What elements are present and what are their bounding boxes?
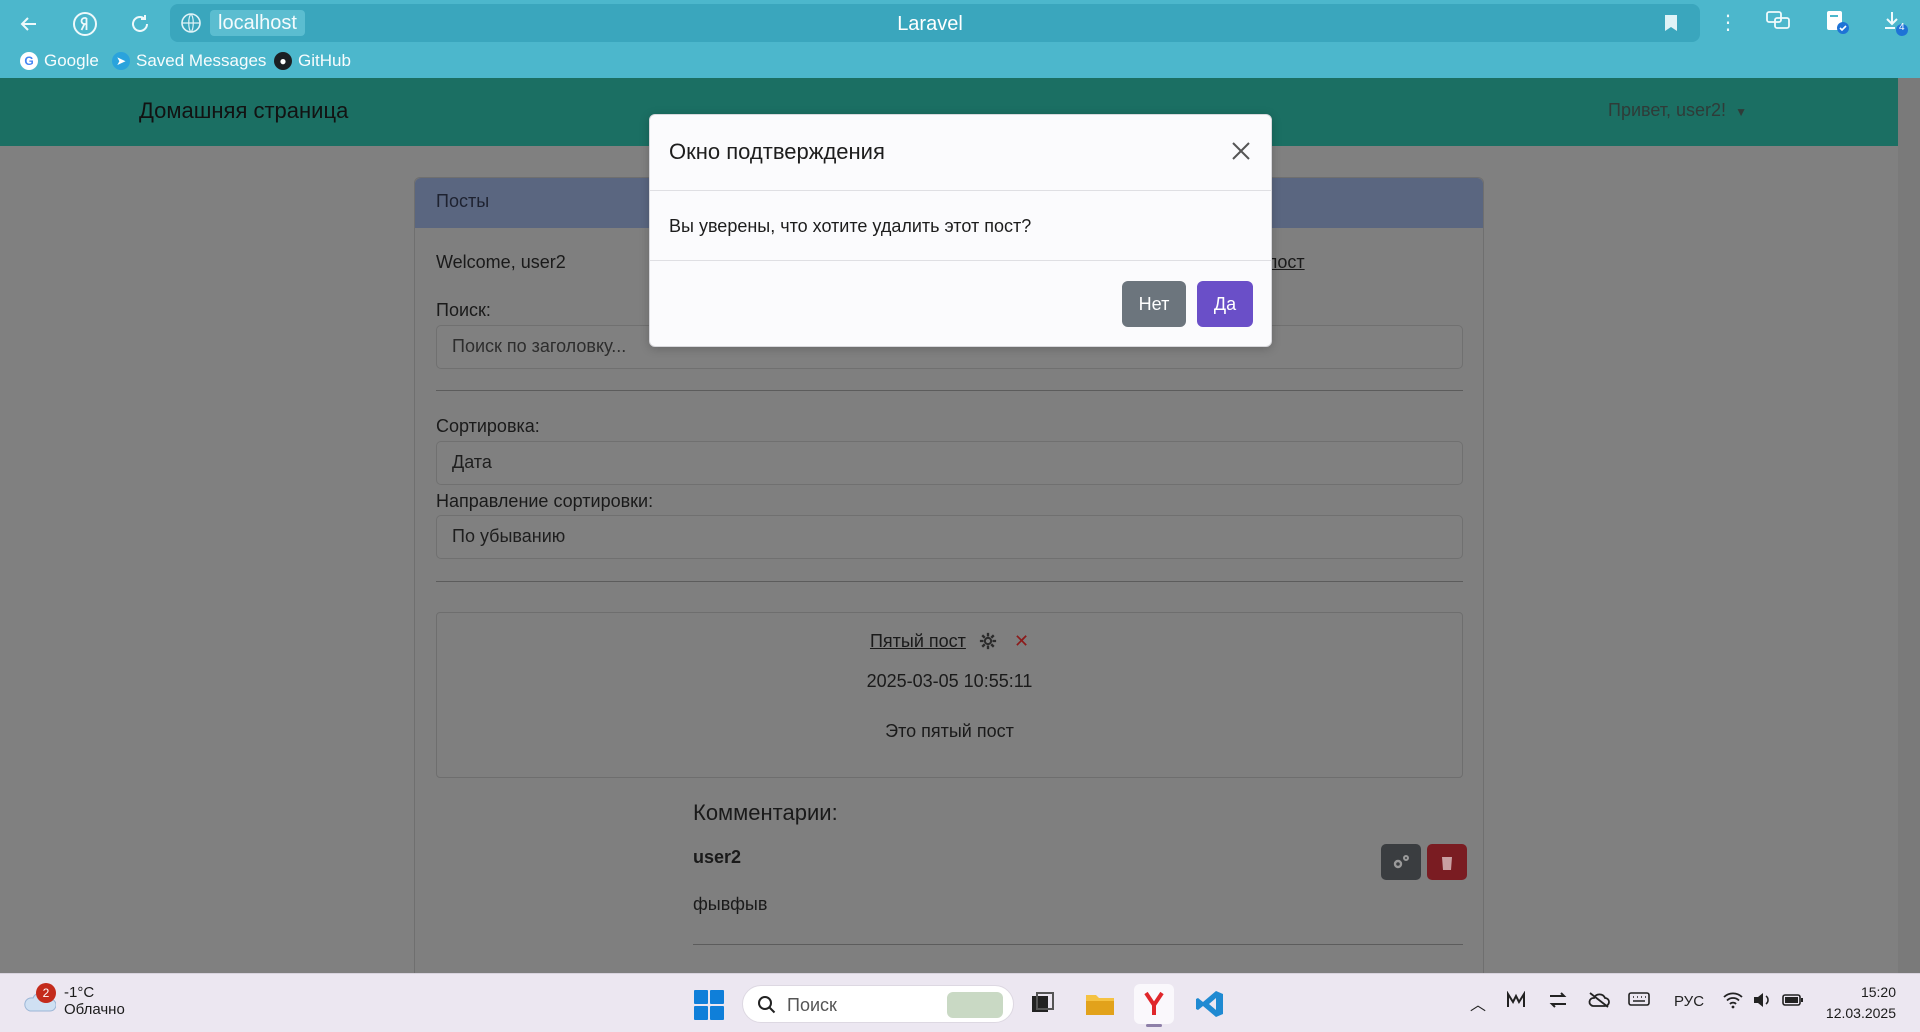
weather-temp: -1°C	[64, 984, 95, 1001]
address-bar[interactable]: localhost Laravel	[170, 4, 1700, 42]
yandex-browser-icon[interactable]	[1134, 984, 1174, 1027]
modal-message: Вы уверены, что хотите удалить этот пост…	[669, 216, 1032, 236]
tab-title: Laravel	[897, 13, 963, 35]
delete-x-icon[interactable]: ✕	[1014, 631, 1029, 652]
divider	[436, 390, 1463, 391]
post-date: 2025-03-05 10:55:11	[866, 671, 1033, 691]
browser-toolbar: localhost Laravel ⋮ 4 G Google ➤ Saved M…	[0, 0, 1920, 78]
file-explorer-icon[interactable]	[1080, 984, 1120, 1024]
direction-select[interactable]: По убыванию	[436, 515, 1463, 559]
post-title-link[interactable]: Пятый пост	[870, 631, 966, 651]
bookmark-github[interactable]: ● GitHub	[274, 51, 351, 71]
gears-icon	[1393, 855, 1409, 869]
page-scrollbar[interactable]	[1898, 78, 1920, 973]
tray-network-transfer-icon[interactable]	[1548, 991, 1568, 1014]
weather-widget[interactable]: 2 -1°C Облачно	[22, 983, 125, 1018]
clock-date: 12.03.2025	[1825, 1005, 1896, 1021]
navbar-brand[interactable]: Домашняя страница	[139, 98, 348, 124]
delete-comment-button[interactable]	[1427, 844, 1467, 880]
weather-condition: Облачно	[64, 1001, 125, 1018]
bookmark-google[interactable]: G Google	[20, 51, 99, 71]
divider	[693, 944, 1463, 945]
sidebar-icon[interactable]	[1765, 9, 1791, 39]
back-arrow-icon[interactable]	[14, 9, 44, 39]
confirm-modal: Окно подтверждения Вы уверены, что хотит…	[649, 114, 1272, 347]
cloud-icon: 2	[22, 983, 57, 1013]
welcome-text: Welcome, user2	[436, 252, 566, 272]
yes-button[interactable]: Да	[1197, 281, 1253, 327]
caret-down-icon: ▼	[1735, 105, 1747, 119]
comment-user: user2	[693, 847, 742, 867]
post-body: Это пятый пост	[885, 721, 1014, 741]
battery-icon[interactable]	[1782, 991, 1804, 1014]
taskbar-search-placeholder: Поиск	[787, 995, 837, 1015]
tray-overflow-icon[interactable]: ︿	[1470, 991, 1486, 1015]
github-icon: ●	[274, 52, 292, 70]
search-label: Поиск:	[436, 300, 491, 320]
bookmark-label: Google	[44, 51, 99, 70]
menu-dots-icon[interactable]: ⋮	[1718, 10, 1738, 35]
direction-label: Направление сортировки:	[436, 491, 654, 511]
windows-start-icon[interactable]	[694, 990, 724, 1020]
browser-tabbar: localhost Laravel ⋮ 4	[0, 0, 1920, 46]
task-view-icon[interactable]	[1022, 984, 1062, 1024]
keyboard-icon[interactable]	[1628, 991, 1650, 1012]
cloud-off-icon[interactable]	[1588, 991, 1610, 1014]
language-indicator[interactable]: РУС	[1674, 993, 1704, 1010]
wifi-icon[interactable]	[1722, 991, 1744, 1014]
user-dropdown[interactable]: Привет, user2! ▼	[1608, 100, 1747, 121]
reload-icon[interactable]	[125, 9, 155, 39]
bookmark-icon[interactable]	[1664, 14, 1678, 32]
comments-heading: Комментарии:	[693, 800, 838, 825]
search-highlight-image	[947, 992, 1003, 1018]
windows-taskbar: 2 -1°C Облачно Поиск ︿ РУС 15:20 12.03.2…	[0, 973, 1920, 1032]
sort-label: Сортировка:	[436, 416, 540, 436]
bookmark-label: Saved Messages	[136, 51, 267, 70]
active-indicator	[1146, 1024, 1162, 1027]
post-item: Пятый пост ✕ 2025-03-05 10:55:11 Это пят…	[436, 612, 1463, 778]
clock-time: 15:20	[1860, 984, 1896, 1000]
extension-icon[interactable]	[1824, 9, 1850, 41]
close-icon[interactable]	[1229, 139, 1253, 163]
modal-title: Окно подтверждения	[669, 139, 885, 164]
weather-badge: 2	[36, 983, 56, 1003]
bookmark-saved-messages[interactable]: ➤ Saved Messages	[112, 51, 266, 71]
taskbar-search[interactable]: Поиск	[742, 985, 1014, 1023]
sort-select[interactable]: Дата	[436, 441, 1463, 485]
divider	[436, 581, 1463, 582]
trash-icon	[1441, 855, 1453, 870]
downloads-icon[interactable]: 4	[1882, 9, 1910, 43]
system-clock[interactable]: 15:20 12.03.2025	[1820, 982, 1896, 1024]
no-button[interactable]: Нет	[1122, 281, 1186, 327]
gear-icon[interactable]	[979, 632, 997, 650]
post-title-row: Пятый пост ✕	[437, 631, 1462, 652]
telegram-icon: ➤	[112, 52, 130, 70]
bookmarks-bar: G Google ➤ Saved Messages ● GitHub	[0, 48, 1920, 76]
google-icon: G	[20, 52, 38, 70]
modal-divider	[650, 190, 1271, 191]
tray-app-icon[interactable]	[1506, 990, 1526, 1014]
user-greeting: Привет, user2!	[1608, 100, 1727, 120]
modal-divider	[650, 260, 1271, 261]
search-icon	[758, 996, 776, 1014]
bookmark-label: GitHub	[298, 51, 351, 70]
vscode-icon[interactable]	[1190, 984, 1230, 1024]
downloads-count: 4	[1899, 22, 1905, 33]
yandex-icon[interactable]	[70, 9, 100, 39]
volume-icon[interactable]	[1752, 991, 1772, 1014]
edit-comment-button[interactable]	[1381, 844, 1421, 880]
comment-text: фывфыв	[693, 894, 768, 914]
